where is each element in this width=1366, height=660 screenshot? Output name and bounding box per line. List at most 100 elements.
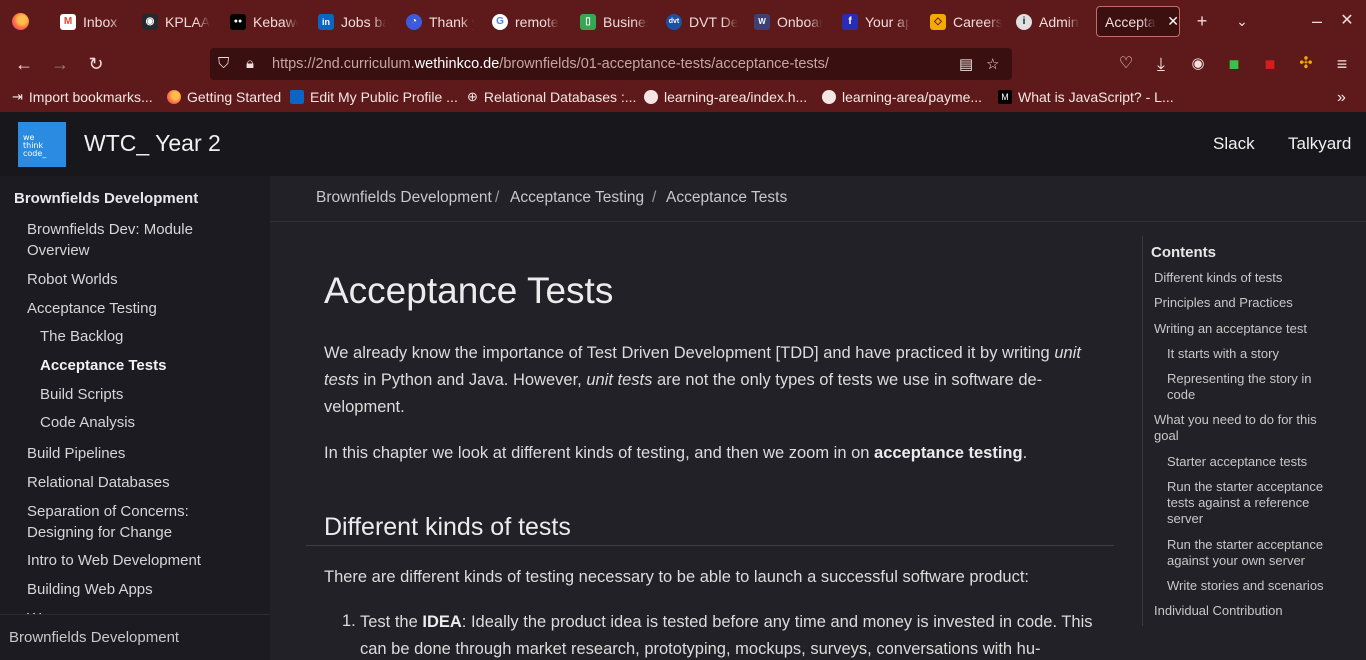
new-tab-icon[interactable]: + — [1191, 11, 1213, 31]
bookmark-label: learning-area/payme... — [842, 89, 983, 105]
url-text[interactable]: https://2nd.curriculum.wethinkco.de/brow… — [272, 56, 829, 72]
bookmarks-toolbar: ⇥ Import bookmarks... Getting Started Ed… — [0, 85, 1366, 112]
reader-view-icon[interactable]: ▤ — [959, 55, 973, 73]
tab-jobs[interactable]: in Jobs ba — [310, 6, 386, 37]
breadcrumb-current: Acceptance Tests — [666, 189, 788, 206]
url-bar[interactable]: ⛉ 🔒︎ https://2nd.curriculum.wethinkco.de… — [210, 48, 1012, 80]
toc-item-principles[interactable]: Principles and Practices — [1154, 295, 1354, 311]
sidebar-item-the-backlog[interactable]: The Backlog — [40, 326, 123, 347]
tab-dvt[interactable]: dvt DVT Dev — [658, 6, 738, 37]
extension-glasses-icon[interactable]: ◉ — [1187, 54, 1209, 74]
sidebar-item-intro-web-dev[interactable]: Intro to Web Development — [27, 550, 201, 571]
toc-item-writing-test[interactable]: Writing an acceptance test — [1154, 321, 1354, 337]
site-header: we think code_ WTC_ Year 2 Slack Talkyar… — [0, 112, 1366, 176]
more-bookmarks-icon[interactable]: » — [1337, 89, 1346, 107]
main-content: Brownfields Development / Acceptance Tes… — [270, 176, 1366, 660]
tab-kebawe[interactable]: ●● Kebawe — [222, 6, 298, 37]
back-icon[interactable]: ← — [13, 54, 35, 74]
site-title[interactable]: WTC_ Year 2 — [84, 130, 221, 157]
bookmark-label: What is JavaScript? - L... — [1018, 89, 1174, 105]
toc-item-starts-with-story[interactable]: It starts with a story — [1167, 346, 1347, 362]
tab-onboard[interactable]: W Onboar — [746, 6, 822, 37]
bookmark-label: Getting Started — [187, 89, 282, 105]
downloads-icon[interactable]: ⤓ — [1150, 54, 1172, 74]
sidebar-item-build-pipelines[interactable]: Build Pipelines — [27, 443, 125, 464]
sidebar-item-building-web-apps[interactable]: Building Web Apps — [27, 579, 153, 600]
close-tab-icon[interactable]: ✕ — [1167, 13, 1179, 30]
bookmark-label: Import bookmarks... — [28, 89, 153, 105]
firefox-logo-icon[interactable] — [12, 13, 29, 30]
wethinkcode-logo[interactable]: we think code_ — [18, 122, 66, 167]
github-icon — [822, 90, 836, 104]
bookmark-relational-databases[interactable]: ⊕ Relational Databases :... — [467, 89, 636, 105]
medium-icon: ●● — [230, 13, 246, 30]
text-run: We already know the importance of Test D… — [324, 344, 1055, 362]
clock-icon: ◔ — [406, 13, 422, 30]
forward-icon[interactable]: → — [49, 54, 71, 74]
chapter-paragraph: In this chapter we look at different kin… — [324, 440, 1104, 467]
strong-text: acceptance testing — [874, 444, 1023, 462]
pocket-icon[interactable]: ♡ — [1115, 54, 1137, 74]
bookmark-what-is-javascript[interactable]: M What is JavaScript? - L... — [998, 89, 1174, 105]
breadcrumb-brownfields[interactable]: Brownfields Development — [316, 189, 492, 207]
slack-link[interactable]: Slack — [1213, 134, 1255, 154]
sidebar-item-code-analysis[interactable]: Code Analysis — [40, 412, 135, 433]
kinds-paragraph: There are different kinds of testing nec… — [324, 568, 1030, 586]
minimize-icon[interactable]: – — [1306, 11, 1328, 31]
firefox-icon — [167, 90, 181, 104]
tab-acceptance-active[interactable]: Acceptan ✕ — [1096, 6, 1180, 37]
talkyard-link[interactable]: Talkyard — [1288, 134, 1351, 154]
sidebar-item-acceptance-testing[interactable]: Acceptance Testing — [27, 298, 157, 319]
toc-item-run-own-server[interactable]: Run the starter acceptance against your … — [1167, 537, 1337, 569]
bookmark-learning-area-payment[interactable]: learning-area/payme... — [822, 89, 982, 105]
sidebar-item-separation-of-concerns[interactable]: Separation of Concerns: Designing for Ch… — [27, 501, 257, 543]
bookmark-learning-area-index[interactable]: learning-area/index.h... — [644, 89, 807, 105]
breadcrumb-acceptance-testing[interactable]: Acceptance Testing — [510, 189, 644, 207]
list-item: Test the IDEA: Ideally the product idea … — [360, 609, 1100, 660]
close-window-icon[interactable]: ✕ — [1336, 11, 1358, 31]
sidebar-item-acceptance-tests[interactable]: Acceptance Tests — [40, 355, 166, 376]
tab-admin[interactable]: i Admin — [1008, 6, 1088, 37]
extension-dots-icon[interactable]: ✣ — [1295, 54, 1317, 74]
tab-inbox[interactable]: M Inbox - — [52, 6, 122, 37]
toc-heading: Contents — [1151, 244, 1216, 261]
menu-icon[interactable]: ≡ — [1331, 54, 1353, 74]
toc-item-individual-contribution[interactable]: Individual Contribution — [1154, 603, 1354, 619]
tab-github-kplaak[interactable]: ◉ KPLAAK — [134, 6, 210, 37]
sidebar-footer-label[interactable]: Brownfields Development — [9, 629, 179, 646]
bookmark-star-icon[interactable]: ☆ — [986, 55, 999, 73]
section-heading: Different kinds of tests — [324, 513, 571, 541]
tab-remote[interactable]: G remote — [484, 6, 560, 37]
sidebar-item-robot-worlds[interactable]: Robot Worlds — [27, 269, 118, 290]
bookmark-import[interactable]: ⇥ Import bookmarks... — [12, 89, 153, 105]
toc-item-different-kinds[interactable]: Different kinds of tests — [1154, 270, 1354, 286]
sidebar-item-relational-databases[interactable]: Relational Databases — [27, 472, 170, 493]
toc-item-representing-story[interactable]: Representing the story in code — [1167, 371, 1335, 403]
bookmark-linkedin[interactable]: Edit My Public Profile ... — [290, 89, 458, 105]
toc-item-run-reference[interactable]: Run the starter acceptance tests against… — [1167, 479, 1337, 527]
toc-item-write-stories[interactable]: Write stories and scenarios — [1167, 578, 1357, 594]
tab-your-app[interactable]: f Your ap — [834, 6, 910, 37]
bookmark-label: learning-area/index.h... — [664, 89, 808, 105]
toc-item-starter-tests[interactable]: Starter acceptance tests — [1167, 454, 1347, 470]
toc-item-what-you-need[interactable]: What you need to do for this goal — [1154, 412, 1344, 444]
sheets-icon: ▯ — [580, 13, 596, 30]
list-tabs-icon[interactable]: ⌄ — [1231, 11, 1253, 31]
sidebar-item-module-overview[interactable]: Brownfields Dev: Module Overview — [27, 219, 257, 261]
extension-red-icon[interactable]: ■ — [1259, 54, 1281, 74]
tab-thank-you[interactable]: ◔ Thank y — [398, 6, 474, 37]
extension-green-icon[interactable]: ■ — [1223, 54, 1245, 74]
text-run: in Python and Java. However, — [358, 371, 587, 389]
bookmark-getting-started[interactable]: Getting Started — [167, 89, 281, 105]
sidebar-item-build-scripts[interactable]: Build Scripts — [40, 384, 123, 405]
tab-business[interactable]: ▯ Busines — [572, 6, 648, 37]
shield-icon[interactable]: ⛉ — [218, 55, 229, 72]
tab-title: Acceptan — [1105, 13, 1156, 30]
github-icon — [644, 90, 658, 104]
tab-careers[interactable]: ◇ Careers — [922, 6, 1002, 37]
linkedin-icon — [290, 90, 304, 104]
lock-icon[interactable]: 🔒︎ — [246, 55, 254, 72]
bookmark-label: Relational Databases :... — [483, 89, 637, 105]
sidebar-heading[interactable]: Brownfields Development — [14, 190, 198, 207]
reload-icon[interactable]: ↻ — [85, 54, 107, 74]
